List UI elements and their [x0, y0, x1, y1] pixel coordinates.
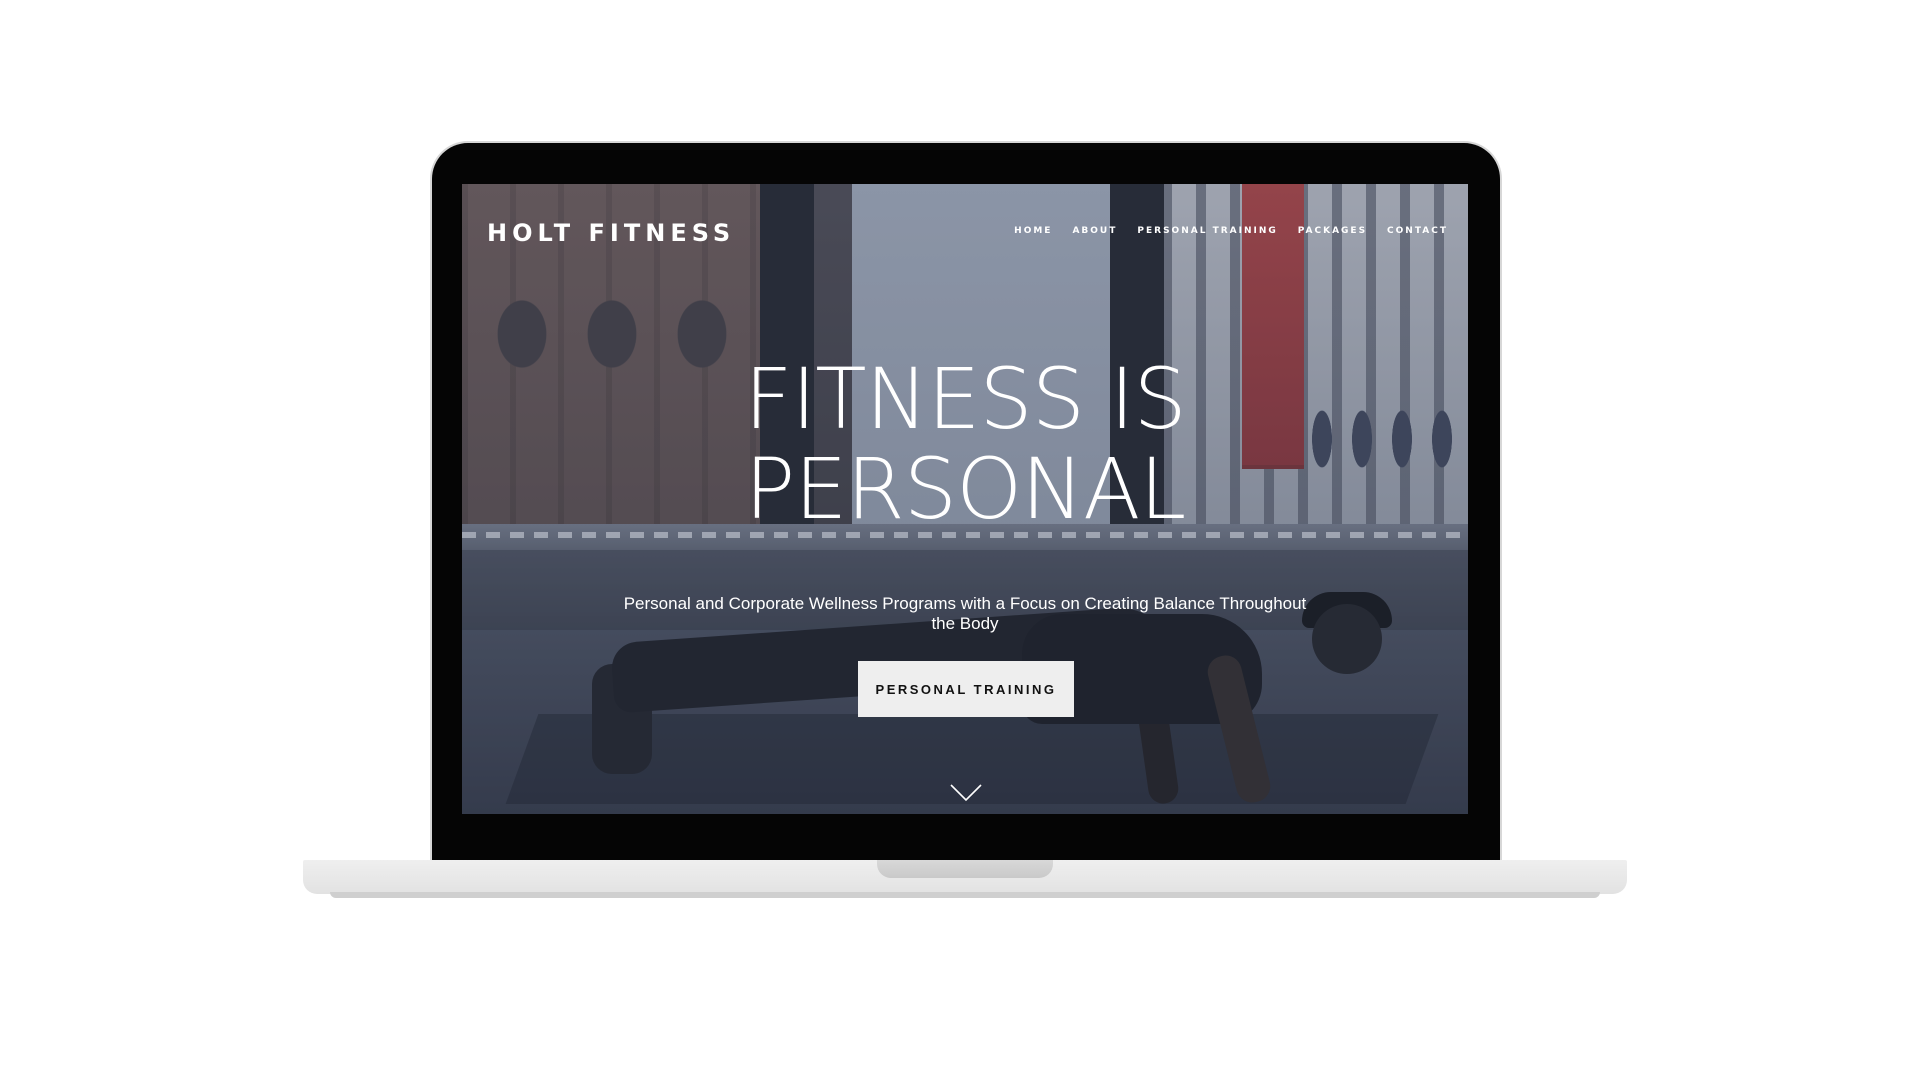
- nav-item-packages[interactable]: PACKAGES: [1298, 226, 1367, 236]
- nav-item-contact[interactable]: CONTACT: [1387, 226, 1448, 236]
- hero-title: FITNESS IS PERSONAL: [462, 354, 1468, 534]
- hero-title-line-1: FITNESS IS: [744, 350, 1187, 448]
- mockup-stage: HOLT FITNESS HOME ABOUT PERSONAL TRAININ…: [0, 0, 1920, 1080]
- nav-item-about[interactable]: ABOUT: [1072, 226, 1117, 236]
- laptop-notch: [877, 860, 1053, 878]
- nav-item-home[interactable]: HOME: [1014, 226, 1052, 236]
- hero-subtitle: Personal and Corporate Wellness Programs…: [623, 594, 1307, 633]
- hero-title-line-2: PERSONAL: [744, 440, 1187, 538]
- laptop-foot: [330, 892, 1600, 898]
- website-screen: HOLT FITNESS HOME ABOUT PERSONAL TRAININ…: [462, 184, 1468, 814]
- personal-training-button[interactable]: PERSONAL TRAINING: [858, 661, 1074, 717]
- main-nav: HOME ABOUT PERSONAL TRAINING PACKAGES CO…: [1014, 226, 1448, 236]
- site-header: HOLT FITNESS HOME ABOUT PERSONAL TRAININ…: [462, 184, 1468, 284]
- chevron-down-icon[interactable]: [950, 784, 982, 802]
- nav-item-personal-training[interactable]: PERSONAL TRAINING: [1137, 226, 1277, 236]
- site-logo[interactable]: HOLT FITNESS: [487, 219, 735, 247]
